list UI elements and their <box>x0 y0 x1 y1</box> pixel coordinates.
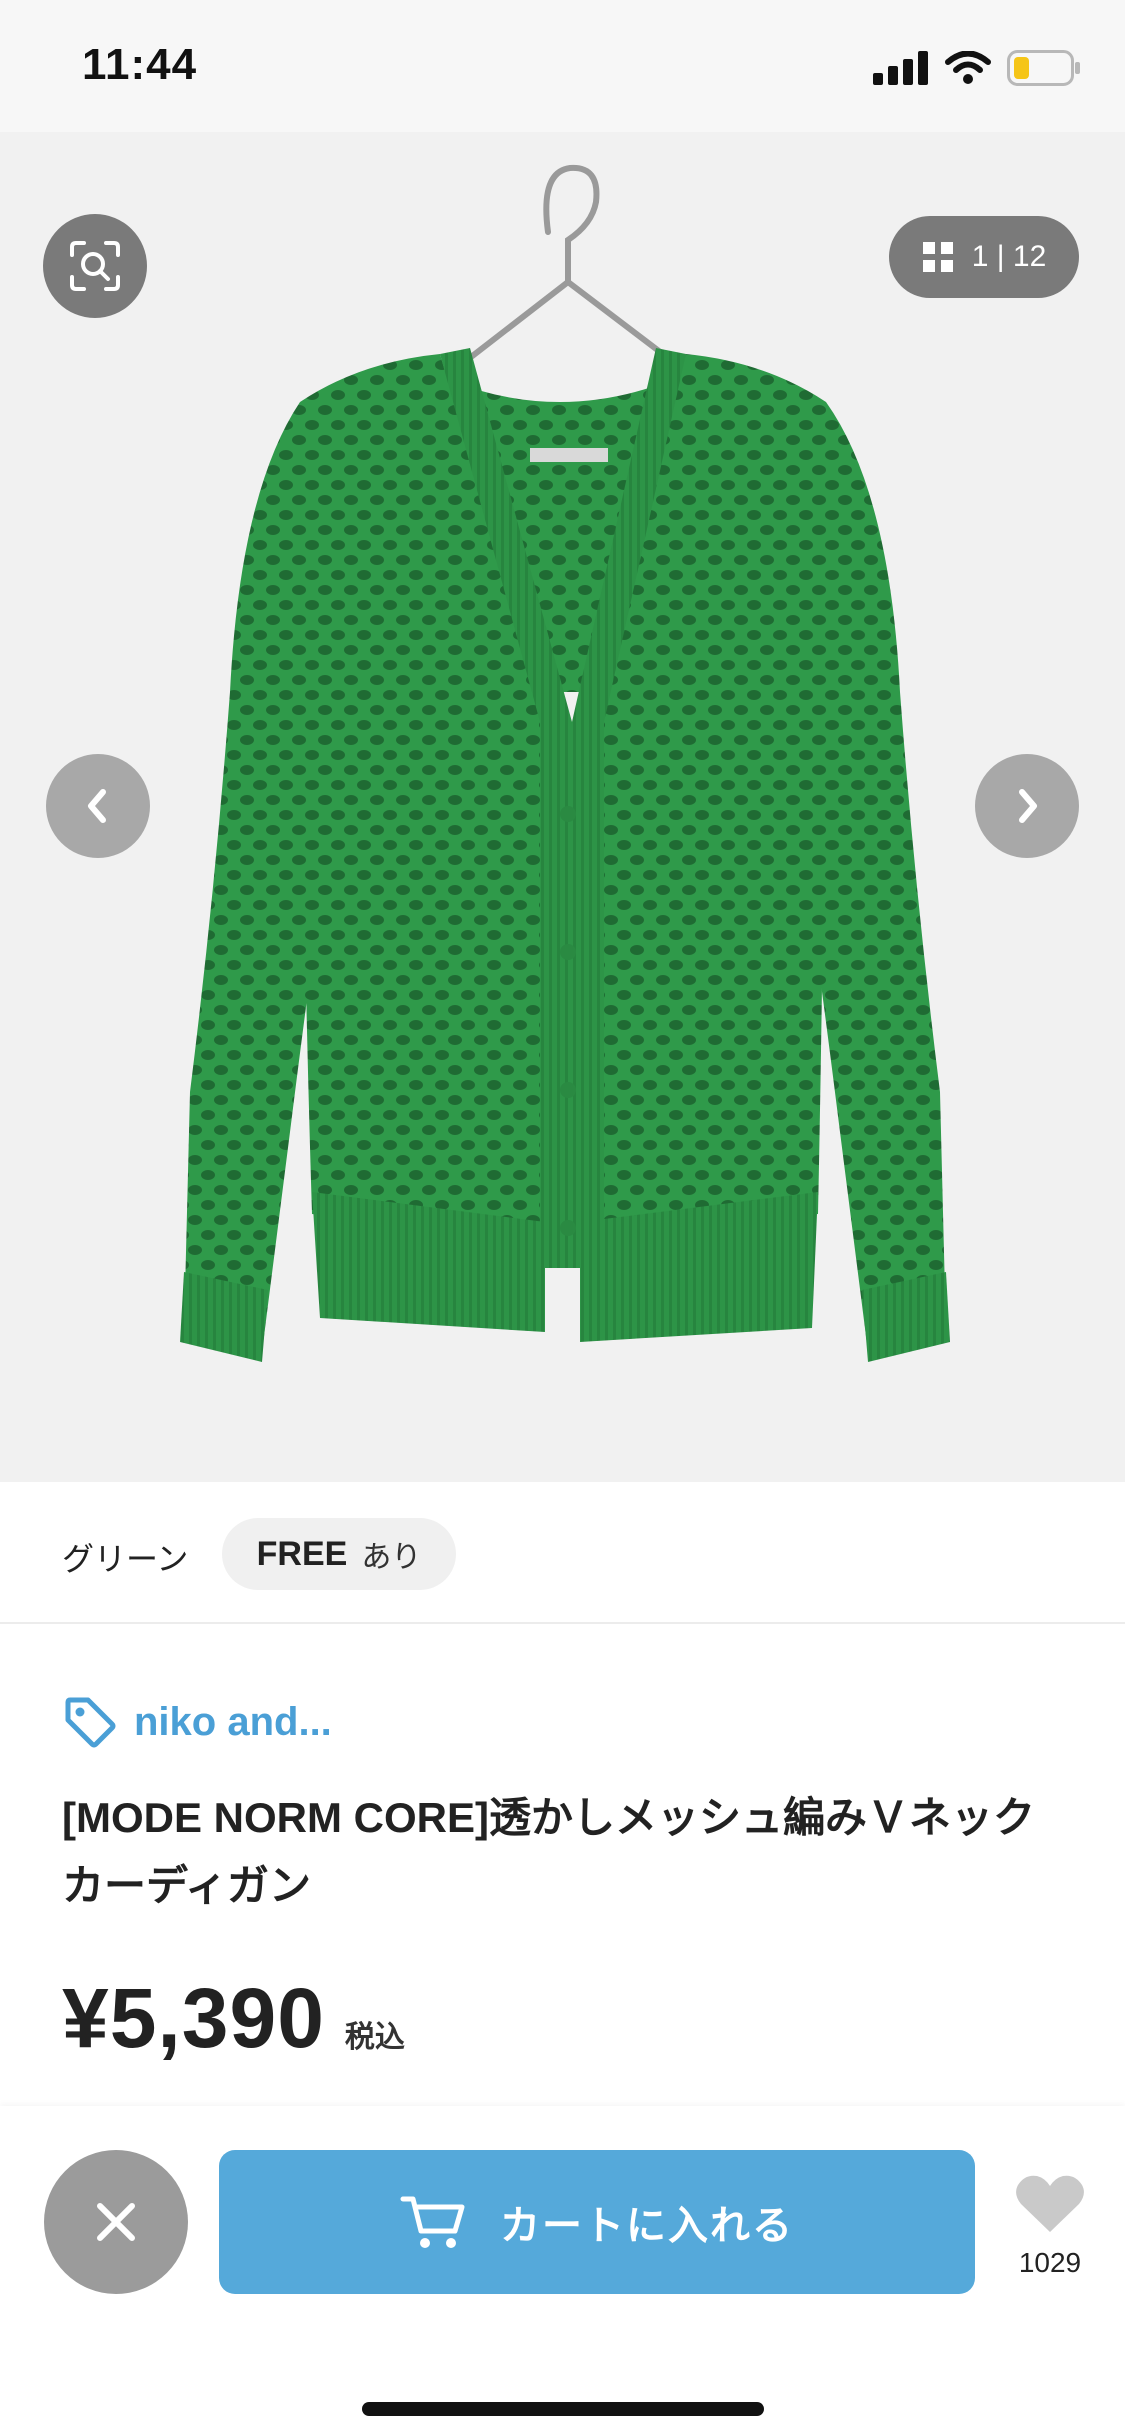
brand-name: niko and... <box>134 1699 332 1744</box>
cart-icon <box>400 2196 465 2248</box>
product-title: [MODE NORM CORE]透かしメッシュ編みＶネックカーディガン <box>62 1794 1035 1909</box>
grid-icon <box>922 242 953 272</box>
status-icons <box>873 48 1081 88</box>
tag-icon <box>65 1697 116 1748</box>
like-button[interactable]: 1029 <box>1010 2172 1090 2279</box>
bottom-action-bar: カートに入れる 1029 <box>0 2106 1125 2436</box>
size-label: FREE <box>256 1534 348 1573</box>
brand-link[interactable]: niko and... <box>62 1694 332 1750</box>
product-detail-screen: 11:44 1 | 12 グリーン FREE あり niko and... [M… <box>0 0 1125 2436</box>
heart-icon <box>1016 2175 1084 2232</box>
stock-status: あり <box>361 1541 422 1574</box>
cellular-signal-icon <box>873 51 928 85</box>
chevron-left-icon <box>88 789 106 823</box>
price: ¥5,390 <box>62 1971 325 2065</box>
close-button[interactable] <box>44 2150 188 2294</box>
color-name: グリーン <box>62 1541 189 1577</box>
wifi-icon <box>945 51 991 84</box>
image-counter-button[interactable]: 1 | 12 <box>889 216 1079 298</box>
close-icon <box>97 2203 135 2241</box>
product-image <box>0 132 1125 1482</box>
image-counter-text: 1 | 12 <box>971 240 1047 273</box>
battery-icon <box>1007 50 1080 86</box>
price-row: ¥5,390 税込 <box>62 1970 405 2067</box>
add-to-cart-label: カートに入れる <box>500 2204 794 2248</box>
image-search-button[interactable] <box>43 214 147 318</box>
tax-note: 税込 <box>344 2021 405 2054</box>
add-to-cart-button[interactable]: カートに入れる <box>219 2150 975 2294</box>
previous-image-button[interactable] <box>46 754 150 858</box>
status-time: 11:44 <box>82 40 198 89</box>
like-count: 1029 <box>1018 2247 1082 2278</box>
product-image-gallery[interactable]: 1 | 12 <box>0 132 1125 1482</box>
image-search-icon <box>70 241 120 291</box>
chevron-right-icon <box>1019 789 1037 823</box>
status-bar: 11:44 <box>0 0 1125 132</box>
variant-row: グリーン FREE あり <box>0 1482 1125 1624</box>
size-chip[interactable]: FREE あり <box>222 1518 456 1590</box>
home-indicator <box>362 2402 764 2416</box>
next-image-button[interactable] <box>975 754 1079 858</box>
